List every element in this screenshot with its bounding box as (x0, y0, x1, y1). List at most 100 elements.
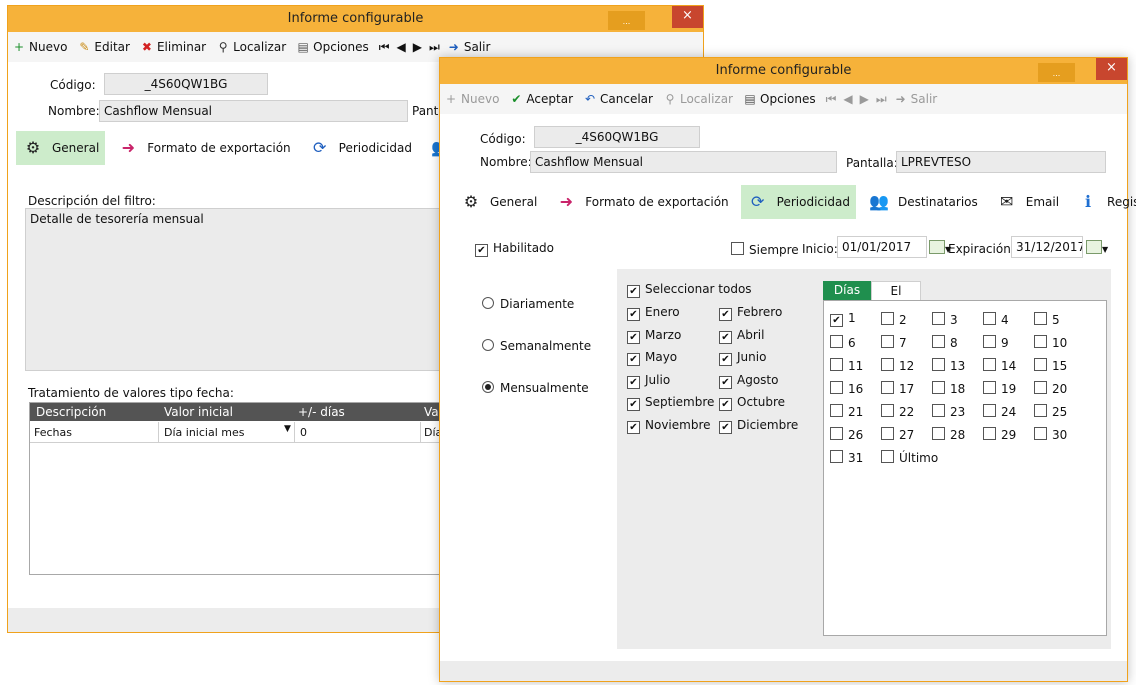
next-record-icon[interactable]: ▶ (413, 40, 422, 54)
day-checkbox[interactable]: 15 (1034, 357, 1067, 373)
day-checkbox[interactable]: 8 (932, 334, 958, 350)
salir-button[interactable]: ➜ Salir (894, 92, 938, 106)
first-record-icon[interactable]: ⏮ (826, 92, 837, 107)
day-checkbox[interactable]: 16 (830, 380, 863, 396)
day-checkbox[interactable]: 3 (932, 311, 958, 327)
month-checkbox[interactable]: ✔ Junio (719, 350, 766, 366)
day-checkbox[interactable]: 10 (1034, 334, 1067, 350)
day-checkbox[interactable]: 30 (1034, 426, 1067, 442)
next-record-icon[interactable]: ▶ (860, 92, 869, 106)
tab-periodicidad[interactable]: ⟳ Periodicidad (740, 185, 856, 219)
seleccionar-todos-checkbox[interactable]: ✔ Seleccionar todos (627, 282, 752, 298)
tab-general[interactable]: ⚙ General (454, 185, 543, 219)
expiracion-date-field[interactable]: 31/12/2017 (1011, 236, 1083, 258)
day-box[interactable]: ✔ (830, 314, 843, 327)
habilitado-checkbox[interactable]: ✔ Habilitado (475, 241, 554, 257)
window-titlebar[interactable]: Informe configurable ... × (440, 58, 1127, 84)
close-button[interactable]: × (1096, 58, 1127, 80)
day-checkbox[interactable]: 24 (983, 403, 1016, 419)
day-checkbox[interactable]: 5 (1034, 311, 1060, 327)
prev-record-icon[interactable]: ◀ (397, 40, 406, 54)
day-box[interactable] (983, 358, 996, 371)
month-checkbox[interactable]: ✔ Agosto (719, 373, 778, 389)
day-box[interactable] (830, 335, 843, 348)
last-record-icon[interactable]: ⏭ (429, 40, 440, 55)
grid-header-valor-inicial[interactable]: Valor inicial (164, 405, 233, 419)
day-checkbox[interactable]: ✔ 1 (830, 311, 856, 327)
day-checkbox[interactable]: 23 (932, 403, 965, 419)
tab-formato-de-exportaci-n[interactable]: ➜ Formato de exportación (549, 185, 734, 219)
habilitado-box[interactable]: ✔ (475, 244, 488, 257)
radio-button[interactable] (482, 381, 494, 393)
grid-header-dias[interactable]: +/- días (298, 405, 345, 419)
day-box[interactable] (881, 335, 894, 348)
day-checkbox[interactable]: 27 (881, 426, 914, 442)
tab-registro[interactable]: ℹ Registro (1071, 185, 1136, 219)
month-box[interactable]: ✔ (719, 308, 732, 321)
day-box[interactable] (1034, 381, 1047, 394)
prev-record-icon[interactable]: ◀ (843, 92, 852, 106)
month-box[interactable]: ✔ (719, 330, 732, 344)
day-box[interactable] (932, 358, 945, 371)
month-checkbox[interactable]: ✔ Diciembre (719, 418, 798, 434)
codigo-field[interactable]: _4S60QW1BG (534, 126, 700, 148)
day-checkbox[interactable]: 25 (1034, 403, 1067, 419)
day-box[interactable] (983, 312, 996, 325)
day-checkbox[interactable]: 14 (983, 357, 1016, 373)
month-checkbox[interactable]: ✔ Octubre (719, 395, 785, 411)
minimize-button[interactable]: ... (608, 11, 645, 30)
editar-button[interactable]: ✎ Editar (77, 40, 130, 54)
tab-destinatarios[interactable]: 👥 Destinatarios (862, 185, 984, 219)
day-box[interactable] (983, 381, 996, 394)
day-box[interactable] (830, 427, 843, 440)
tab-formato-de-exportaci-n[interactable]: ➜ Formato de exportación (111, 131, 296, 165)
day-checkbox[interactable]: 28 (932, 426, 965, 442)
month-checkbox[interactable]: ✔ Marzo (627, 328, 681, 344)
day-box[interactable] (932, 404, 945, 417)
opciones-button[interactable]: ▤ Opciones (743, 92, 815, 106)
day-checkbox[interactable]: 7 (881, 334, 907, 350)
siempre-box[interactable] (731, 242, 744, 255)
month-box[interactable]: ✔ (627, 308, 640, 321)
day-checkbox[interactable]: 29 (983, 426, 1016, 442)
day-box[interactable] (881, 312, 894, 325)
month-box[interactable]: ✔ (627, 353, 640, 366)
table-row[interactable]: Fechas Día inicial mes ▼ 0 Día (30, 422, 450, 443)
day-checkbox[interactable]: 18 (932, 380, 965, 396)
day-checkbox[interactable]: 6 (830, 334, 856, 350)
day-box[interactable] (881, 358, 894, 371)
day-box[interactable] (1034, 404, 1047, 417)
pantalla-field[interactable]: LPREVTESO (896, 151, 1106, 173)
day-checkbox[interactable]: 9 (983, 334, 1009, 350)
cell-dias[interactable]: 0 (300, 426, 307, 439)
nuevo-button[interactable]: + Nuevo (444, 92, 499, 106)
cancelar-button[interactable]: ↶ Cancelar (583, 92, 653, 106)
radio-button[interactable] (482, 339, 494, 351)
day-box[interactable] (983, 404, 996, 417)
cell-valor-inicial[interactable]: Día inicial mes (164, 426, 244, 439)
month-box[interactable]: ✔ (719, 398, 732, 411)
close-button[interactable]: × (672, 6, 703, 28)
month-box[interactable]: ✔ (627, 398, 640, 411)
tab-el[interactable]: El (871, 281, 921, 301)
day-checkbox[interactable]: 11 (830, 357, 863, 373)
day-checkbox[interactable]: 2 (881, 311, 907, 327)
day-box[interactable] (932, 312, 945, 325)
day-checkbox[interactable]: Último (881, 449, 938, 465)
month-checkbox[interactable]: ✔ Noviembre (627, 418, 711, 434)
day-checkbox[interactable]: 19 (983, 380, 1016, 396)
day-box[interactable] (932, 381, 945, 394)
day-box[interactable] (1034, 427, 1047, 440)
radio-semanalmente[interactable]: Semanalmente (482, 338, 591, 353)
day-checkbox[interactable]: 12 (881, 357, 914, 373)
day-box[interactable] (830, 358, 843, 371)
day-box[interactable] (983, 335, 996, 348)
opciones-button[interactable]: ▤ Opciones (296, 40, 368, 54)
tab-dias[interactable]: Días (823, 281, 871, 300)
day-box[interactable] (830, 404, 843, 417)
day-checkbox[interactable]: 26 (830, 426, 863, 442)
month-box[interactable]: ✔ (627, 420, 640, 434)
day-box[interactable] (932, 335, 945, 348)
day-box[interactable] (1034, 312, 1047, 325)
day-box[interactable] (932, 427, 945, 440)
